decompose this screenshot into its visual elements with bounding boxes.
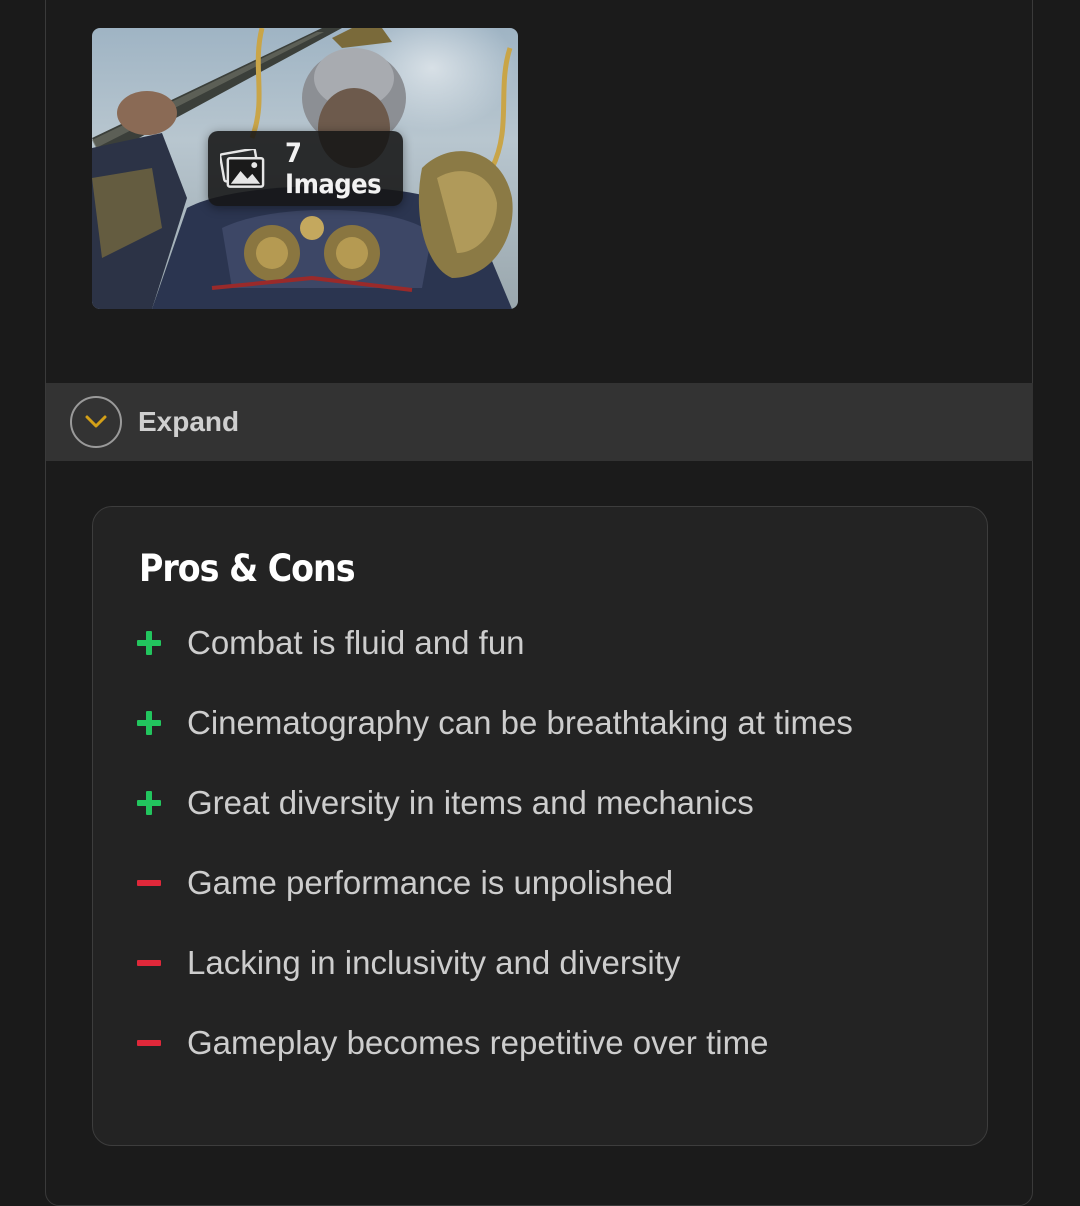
minus-icon [137, 863, 167, 903]
expand-button[interactable]: Expand [46, 383, 1033, 461]
pro-text: Cinematography can be breathtaking at ti… [187, 704, 853, 741]
con-item: Lacking in inclusivity and diversity [137, 943, 853, 1023]
chevron-down-icon [85, 415, 107, 428]
con-text: Gameplay becomes repetitive over time [187, 1024, 769, 1061]
pros-cons-title: Pros & Cons [139, 547, 356, 590]
image-gallery-icon [220, 148, 265, 188]
plus-icon [137, 623, 167, 663]
expand-toggle-circle[interactable] [70, 396, 122, 448]
gallery-thumbnail[interactable]: 7 Images [92, 28, 518, 309]
plus-icon [137, 783, 167, 823]
pros-cons-list: Combat is fluid and fun Cinematography c… [137, 623, 853, 1103]
con-text: Game performance is unpolished [187, 864, 674, 901]
minus-icon [137, 1023, 167, 1063]
image-count-badge[interactable]: 7 Images [208, 131, 403, 206]
pros-cons-card: Pros & Cons Combat is fluid and fun Cine… [92, 506, 988, 1146]
con-item: Game performance is unpolished [137, 863, 853, 943]
pro-text: Combat is fluid and fun [187, 624, 525, 661]
plus-icon [137, 703, 167, 743]
pro-item: Combat is fluid and fun [137, 623, 853, 703]
pro-item: Great diversity in items and mechanics [137, 783, 853, 863]
minus-icon [137, 943, 167, 983]
con-item: Gameplay becomes repetitive over time [137, 1023, 853, 1103]
image-count-label: 7 Images [285, 137, 382, 200]
expand-label[interactable]: Expand [138, 406, 239, 438]
con-text: Lacking in inclusivity and diversity [187, 944, 681, 981]
pro-item: Cinematography can be breathtaking at ti… [137, 703, 853, 783]
pro-text: Great diversity in items and mechanics [187, 784, 754, 821]
